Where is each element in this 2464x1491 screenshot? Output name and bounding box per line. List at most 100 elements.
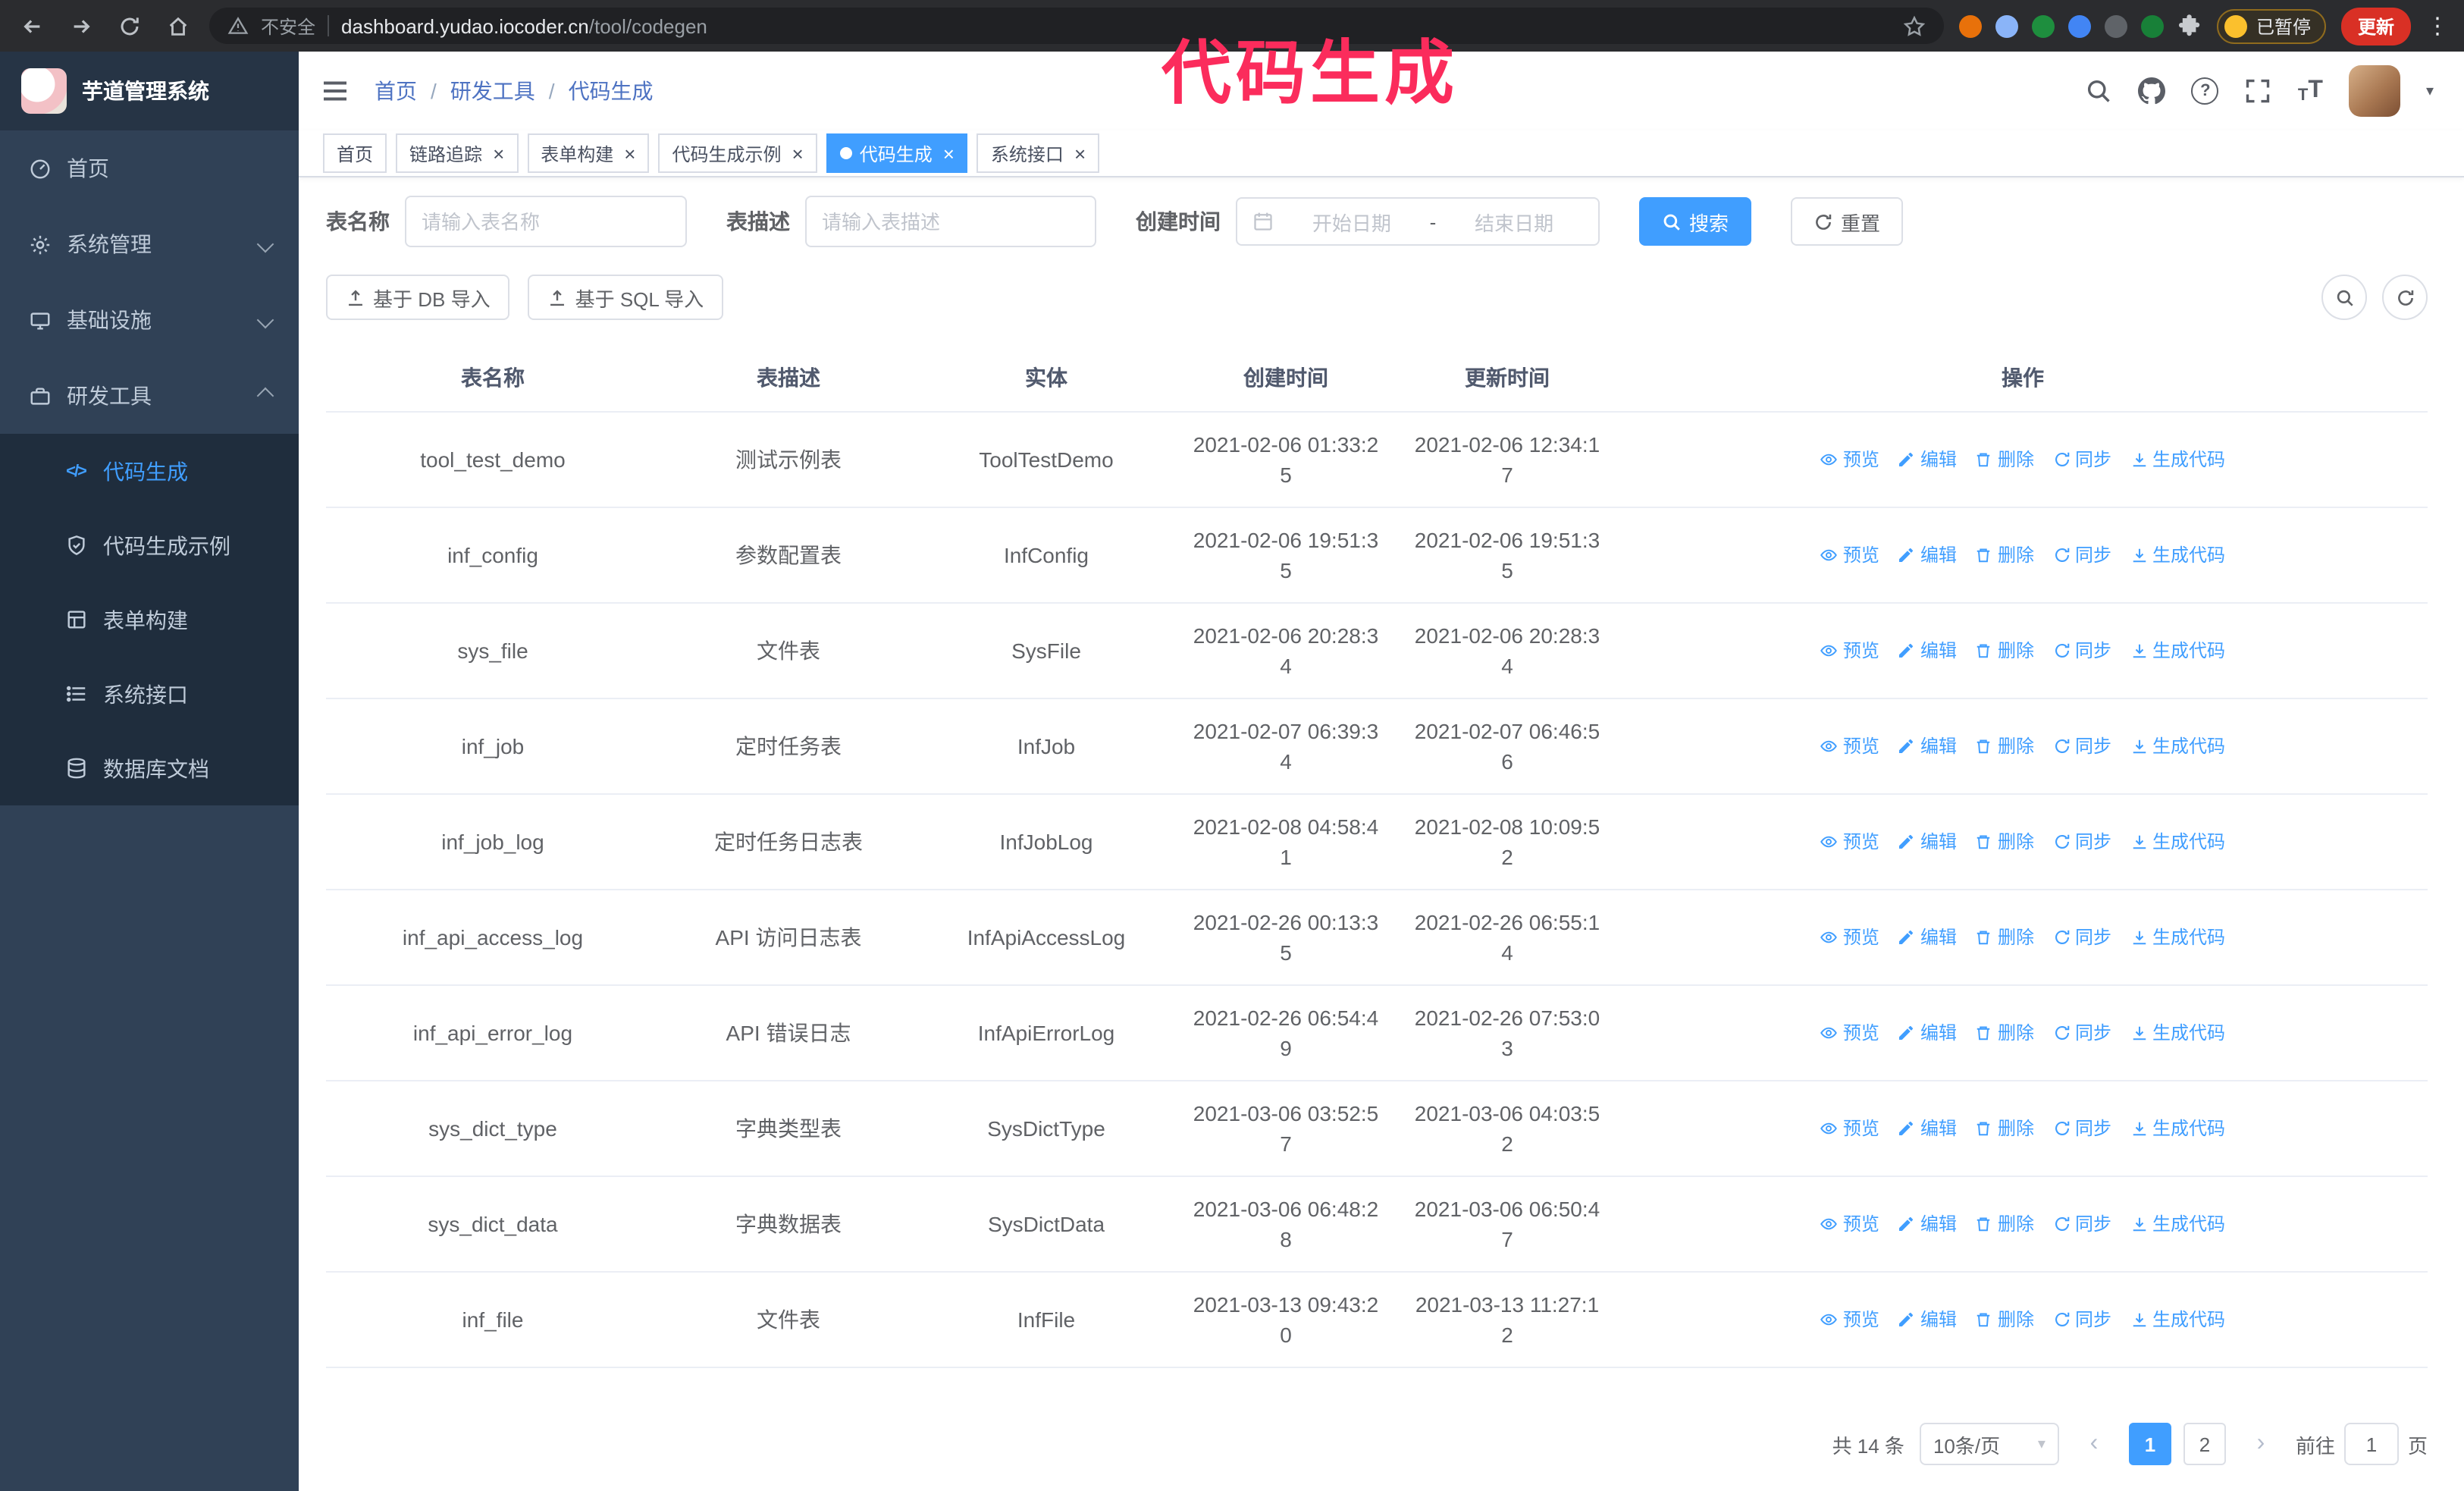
- breadcrumb-home[interactable]: 首页: [375, 76, 417, 106]
- refresh-table-button[interactable]: [2382, 275, 2428, 320]
- action-preview-link[interactable]: 预览: [1820, 539, 1879, 570]
- bookmark-star-icon[interactable]: [1903, 14, 1926, 37]
- action-delete-link[interactable]: 删除: [1975, 826, 2034, 856]
- action-generate-link[interactable]: 生成代码: [2130, 826, 2225, 856]
- sidebar-item-devtools[interactable]: 研发工具: [0, 358, 299, 434]
- action-edit-link[interactable]: 编辑: [1898, 1113, 1957, 1143]
- action-sync-link[interactable]: 同步: [2052, 921, 2111, 952]
- tab-close-icon[interactable]: ×: [1074, 143, 1086, 163]
- sidebar-item-db-doc[interactable]: 数据库文档: [0, 731, 299, 805]
- import-sql-button[interactable]: 基于 SQL 导入: [528, 275, 724, 320]
- back-icon[interactable]: [15, 9, 49, 42]
- action-preview-link[interactable]: 预览: [1820, 921, 1879, 952]
- browser-menu-icon[interactable]: ⋮: [2426, 12, 2449, 39]
- tab-系统接口[interactable]: 系统接口 ×: [977, 133, 1100, 173]
- action-generate-link[interactable]: 生成代码: [2130, 921, 2225, 952]
- action-generate-link[interactable]: 生成代码: [2130, 730, 2225, 761]
- tab-链路追踪[interactable]: 链路追踪 ×: [396, 133, 519, 173]
- action-sync-link[interactable]: 同步: [2052, 1113, 2111, 1143]
- address-bar[interactable]: 不安全 dashboard.yudao.iocoder.cn/tool/code…: [209, 8, 1944, 44]
- extension-icon-6[interactable]: [2140, 14, 2164, 37]
- page-button-1[interactable]: 1: [2128, 1423, 2171, 1465]
- action-edit-link[interactable]: 编辑: [1898, 539, 1957, 570]
- import-db-button[interactable]: 基于 DB 导入: [326, 275, 510, 320]
- extension-icon-4[interactable]: [2067, 14, 2091, 37]
- action-preview-link[interactable]: 预览: [1820, 1208, 1879, 1238]
- update-button[interactable]: 更新: [2340, 7, 2411, 45]
- next-page-button[interactable]: ›: [2241, 1423, 2281, 1465]
- avatar[interactable]: [2348, 65, 2400, 117]
- action-delete-link[interactable]: 删除: [1975, 730, 2034, 761]
- reload-icon[interactable]: [112, 9, 146, 42]
- help-icon[interactable]: ?: [2191, 77, 2219, 105]
- github-icon[interactable]: [2138, 77, 2166, 105]
- action-edit-link[interactable]: 编辑: [1898, 444, 1957, 474]
- avatar-caret-icon[interactable]: ▾: [2426, 83, 2434, 99]
- page-size-select[interactable]: 10条/页 ▾: [1919, 1423, 2059, 1465]
- sidebar-logo[interactable]: 芋道管理系统: [0, 52, 299, 130]
- action-delete-link[interactable]: 删除: [1975, 1113, 2034, 1143]
- action-delete-link[interactable]: 删除: [1975, 444, 2034, 474]
- tab-表单构建[interactable]: 表单构建 ×: [527, 133, 650, 173]
- tab-close-icon[interactable]: ×: [493, 143, 504, 163]
- toggle-search-button[interactable]: [2321, 275, 2367, 320]
- paused-badge[interactable]: 已暂停: [2216, 8, 2326, 43]
- action-sync-link[interactable]: 同步: [2052, 539, 2111, 570]
- extensions-puzzle-icon[interactable]: [2177, 14, 2202, 38]
- action-generate-link[interactable]: 生成代码: [2130, 1304, 2225, 1334]
- sidebar-item-form-builder[interactable]: 表单构建: [0, 582, 299, 657]
- action-preview-link[interactable]: 预览: [1820, 1304, 1879, 1334]
- tab-首页[interactable]: 首页: [323, 133, 387, 173]
- table-name-input[interactable]: [405, 196, 687, 247]
- action-generate-link[interactable]: 生成代码: [2130, 635, 2225, 665]
- action-preview-link[interactable]: 预览: [1820, 444, 1879, 474]
- sidebar-item-api[interactable]: 系统接口: [0, 657, 299, 731]
- action-sync-link[interactable]: 同步: [2052, 1208, 2111, 1238]
- hamburger-icon[interactable]: [320, 76, 350, 106]
- font-size-icon[interactable]: TT: [2298, 77, 2323, 105]
- sidebar-item-home[interactable]: 首页: [0, 130, 299, 206]
- action-edit-link[interactable]: 编辑: [1898, 826, 1957, 856]
- action-delete-link[interactable]: 删除: [1975, 1208, 2034, 1238]
- action-edit-link[interactable]: 编辑: [1898, 635, 1957, 665]
- sidebar-item-infra[interactable]: 基础设施: [0, 282, 299, 358]
- fullscreen-icon[interactable]: [2245, 77, 2272, 105]
- date-end-input[interactable]: 结束日期: [1445, 207, 1583, 236]
- action-edit-link[interactable]: 编辑: [1898, 1208, 1957, 1238]
- action-delete-link[interactable]: 删除: [1975, 635, 2034, 665]
- action-edit-link[interactable]: 编辑: [1898, 730, 1957, 761]
- action-sync-link[interactable]: 同步: [2052, 826, 2111, 856]
- search-icon[interactable]: [2086, 77, 2113, 105]
- tab-代码生成示例[interactable]: 代码生成示例 ×: [658, 133, 817, 173]
- action-preview-link[interactable]: 预览: [1820, 730, 1879, 761]
- action-sync-link[interactable]: 同步: [2052, 444, 2111, 474]
- search-button[interactable]: 搜索: [1639, 197, 1752, 246]
- action-sync-link[interactable]: 同步: [2052, 1017, 2111, 1047]
- action-delete-link[interactable]: 删除: [1975, 539, 2034, 570]
- goto-page-input[interactable]: [2343, 1423, 2399, 1465]
- action-preview-link[interactable]: 预览: [1820, 1017, 1879, 1047]
- action-preview-link[interactable]: 预览: [1820, 635, 1879, 665]
- action-preview-link[interactable]: 预览: [1820, 826, 1879, 856]
- sidebar-item-codegen[interactable]: </> 代码生成: [0, 434, 299, 508]
- extension-icon-1[interactable]: [1958, 14, 1982, 37]
- action-sync-link[interactable]: 同步: [2052, 635, 2111, 665]
- action-edit-link[interactable]: 编辑: [1898, 1304, 1957, 1334]
- date-range-picker[interactable]: 开始日期 - 结束日期: [1236, 197, 1600, 246]
- action-generate-link[interactable]: 生成代码: [2130, 1208, 2225, 1238]
- action-edit-link[interactable]: 编辑: [1898, 921, 1957, 952]
- reset-button[interactable]: 重置: [1791, 197, 1904, 246]
- prev-page-button[interactable]: ‹: [2074, 1423, 2114, 1465]
- breadcrumb-devtools[interactable]: 研发工具: [450, 76, 535, 106]
- action-generate-link[interactable]: 生成代码: [2130, 444, 2225, 474]
- page-button-2[interactable]: 2: [2183, 1423, 2226, 1465]
- extension-icon-3[interactable]: [2031, 14, 2055, 37]
- extension-icon-2[interactable]: [1995, 14, 2018, 37]
- sidebar-item-system[interactable]: 系统管理: [0, 206, 299, 282]
- sidebar-item-codegen-example[interactable]: 代码生成示例: [0, 508, 299, 582]
- action-edit-link[interactable]: 编辑: [1898, 1017, 1957, 1047]
- action-sync-link[interactable]: 同步: [2052, 1304, 2111, 1334]
- action-delete-link[interactable]: 删除: [1975, 921, 2034, 952]
- extension-icon-5[interactable]: [2104, 14, 2127, 37]
- forward-icon[interactable]: [64, 9, 97, 42]
